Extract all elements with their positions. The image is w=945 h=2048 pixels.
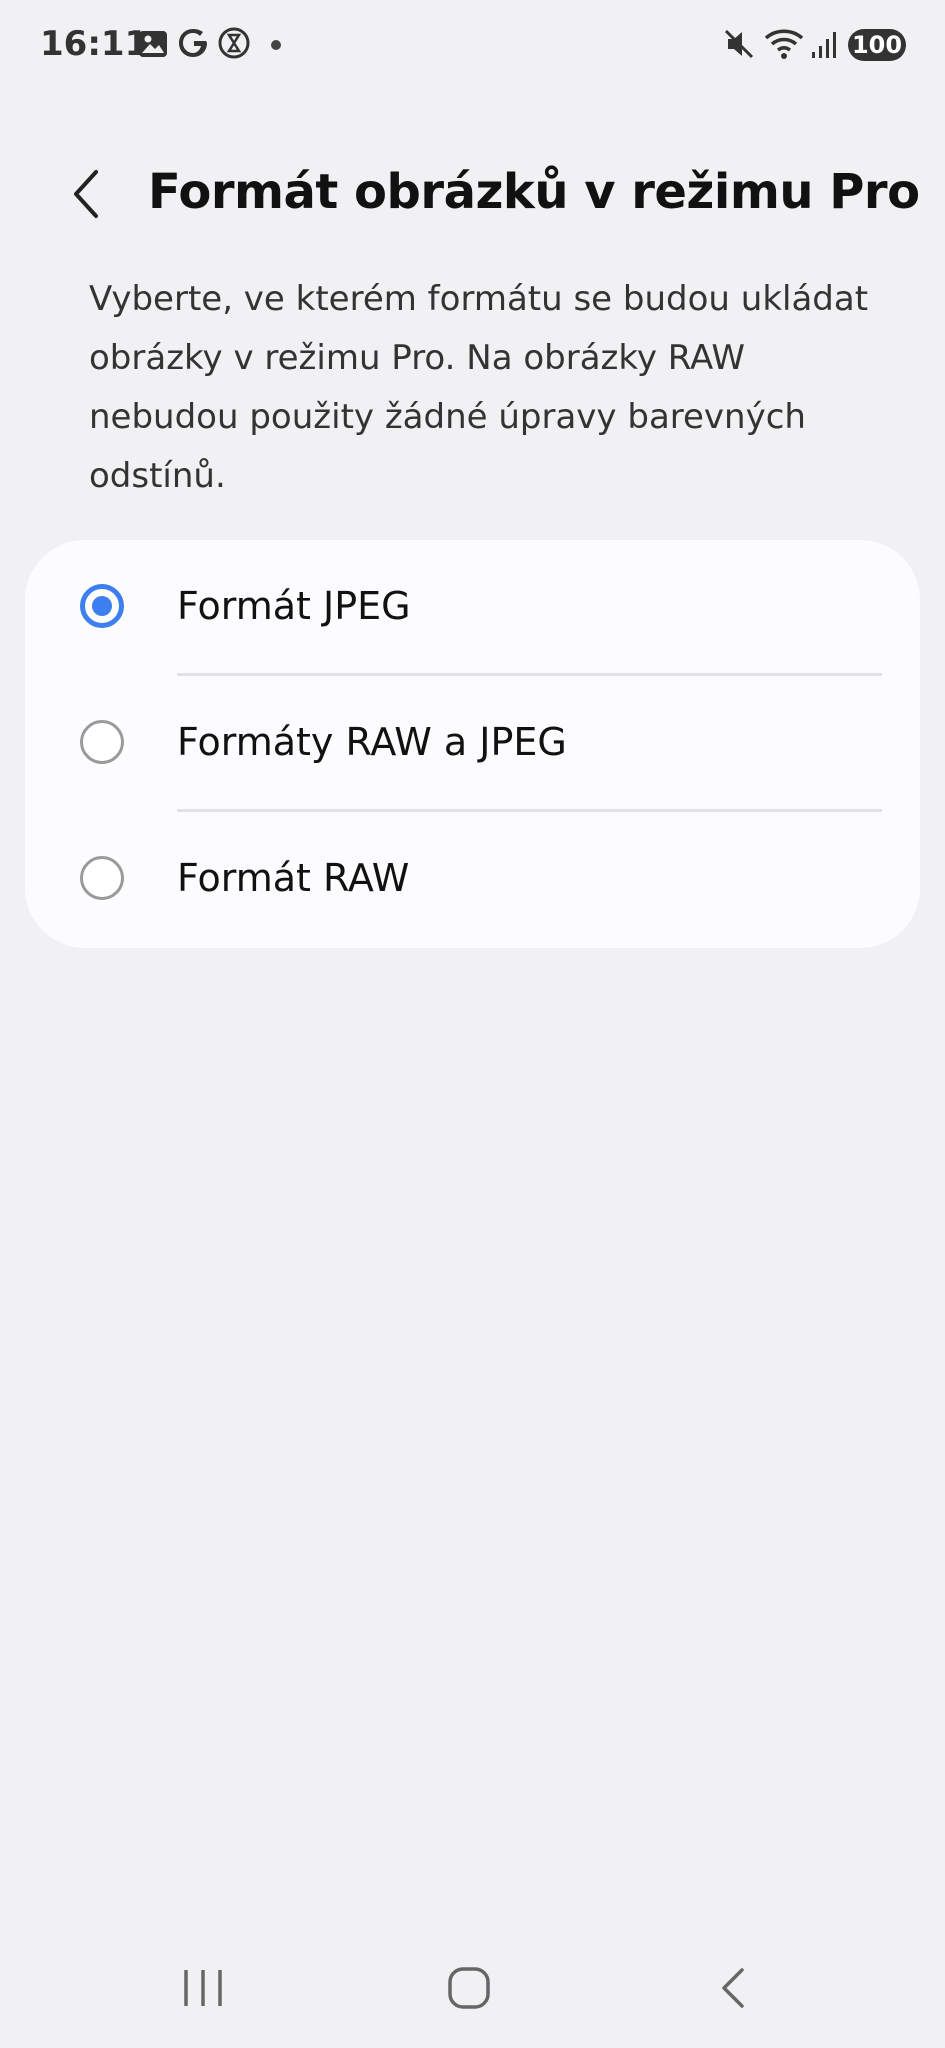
home-icon[interactable] <box>446 1965 492 2016</box>
dot-icon <box>270 38 282 56</box>
option-label: Formáty RAW a JPEG <box>177 720 567 764</box>
radio-button[interactable] <box>80 720 124 764</box>
radio-button-selected[interactable] <box>80 584 124 628</box>
description-text: Vyberte, ve kterém formátu se budou uklá… <box>89 279 869 496</box>
google-icon <box>176 25 212 66</box>
back-button[interactable] <box>60 162 116 226</box>
option-jpeg[interactable]: Formát JPEG <box>25 540 920 676</box>
navigation-bar <box>0 1940 945 2048</box>
option-raw-and-jpeg[interactable]: Formáty RAW a JPEG <box>25 676 920 812</box>
radio-button[interactable] <box>80 856 124 900</box>
timer-icon <box>217 26 251 65</box>
back-icon[interactable] <box>714 1964 750 2017</box>
recent-apps-icon[interactable] <box>180 1966 226 2015</box>
status-bar: 16:11 100 <box>0 0 945 90</box>
status-time: 16:11 <box>40 24 149 64</box>
option-raw[interactable]: Formát RAW <box>25 812 920 948</box>
battery-indicator: 100 <box>848 29 906 61</box>
format-options-card: Formát JPEG Formáty RAW a JPEG Formát RA… <box>25 540 920 948</box>
option-label: Formát JPEG <box>177 584 411 628</box>
mute-icon <box>722 27 756 66</box>
gallery-icon <box>137 28 169 65</box>
chevron-left-icon <box>60 170 116 230</box>
wifi-icon <box>763 26 805 67</box>
signal-icon <box>810 30 840 65</box>
option-label: Formát RAW <box>177 856 410 900</box>
page-title: Formát obrázků v režimu Pro <box>148 164 920 220</box>
